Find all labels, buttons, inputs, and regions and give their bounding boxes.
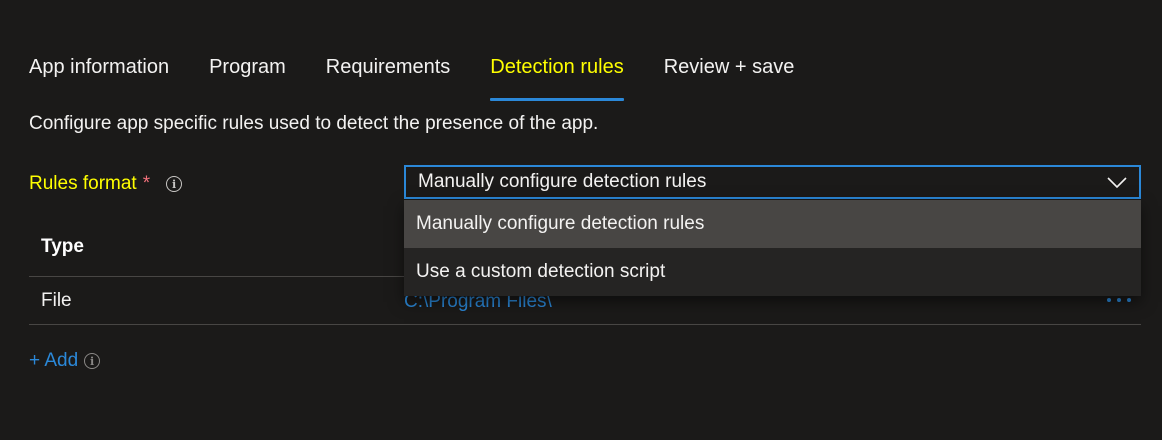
table-row-divider [29, 324, 1141, 325]
add-rule-label: + Add [29, 350, 79, 371]
tab-requirements[interactable]: Requirements [326, 52, 451, 92]
table-cell-type: File [41, 290, 72, 311]
required-marker: * [142, 173, 151, 194]
tab-app-information[interactable]: App information [29, 52, 169, 92]
page-description: Configure app specific rules used to det… [29, 113, 599, 134]
tab-review-save[interactable]: Review + save [664, 52, 795, 92]
info-icon[interactable]: i [166, 176, 183, 192]
column-header-type: Type [41, 236, 84, 257]
rules-format-dropdown: Manually configure detection rules Use a… [404, 200, 1141, 296]
rules-format-label-group: Rules format * i [29, 170, 183, 198]
detection-rules-page: App information Program Requirements Det… [0, 0, 1162, 440]
chevron-down-icon [1107, 177, 1127, 189]
more-options-icon[interactable] [1107, 297, 1135, 305]
wizard-tabs: App information Program Requirements Det… [29, 52, 834, 101]
tab-program[interactable]: Program [209, 52, 286, 92]
add-rule-link[interactable]: + Add i [29, 350, 101, 372]
rules-format-label: Rules format [29, 173, 137, 194]
dropdown-option-custom-script[interactable]: Use a custom detection script [404, 248, 1141, 296]
info-icon[interactable]: i [84, 353, 101, 369]
rules-format-select[interactable]: Manually configure detection rules [404, 165, 1141, 199]
tab-detection-rules[interactable]: Detection rules [490, 52, 625, 101]
rules-format-selected-value: Manually configure detection rules [418, 171, 707, 192]
dropdown-option-manual[interactable]: Manually configure detection rules [404, 200, 1141, 248]
